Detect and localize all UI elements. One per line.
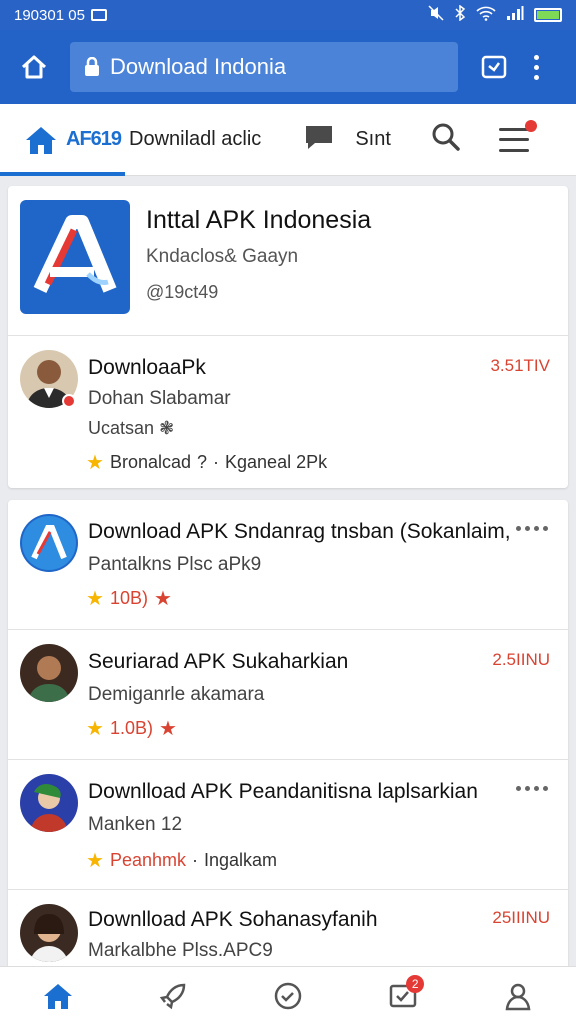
app-title: Inttal APK Indonesia: [146, 206, 372, 234]
online-indicator: [62, 394, 76, 408]
more-options-button[interactable]: [516, 526, 548, 531]
review-line: Dohan Slabamar: [88, 388, 231, 409]
search-button[interactable]: [431, 122, 461, 157]
chat-icon: [306, 126, 333, 149]
item-subtitle: Demiganrle akamara: [88, 684, 265, 705]
app-subtitle: Kndaclos& Gaayn: [146, 246, 299, 267]
tab-home[interactable]: AF619: [0, 104, 126, 176]
item-title: Downlload APK Sohanasyfanih: [88, 908, 378, 931]
bottom-navigation: 2: [0, 966, 576, 1024]
app-detail-card: Inttal APK Indonesia Kndaclos& Gaayn @19…: [8, 186, 568, 488]
avatar: [20, 904, 78, 962]
chat-button[interactable]: [303, 122, 335, 157]
item-date: 25IIINU: [492, 908, 550, 927]
status-time: 190301 05: [14, 6, 85, 24]
separator-dot: ·: [213, 452, 220, 472]
item-subtitle: Markalbhe Plss.APC9: [88, 940, 273, 961]
clock-icon: [274, 982, 302, 1009]
meta-extra: Kganeal 2Pk: [225, 452, 328, 472]
wifi-icon: [476, 5, 496, 25]
status-right: [428, 4, 562, 25]
more-options-button[interactable]: [516, 786, 548, 791]
list-item[interactable]: Download APK Sndanrag tnsban (Sokanlaim,…: [8, 500, 568, 630]
mute-icon: [428, 5, 444, 25]
bluetooth-icon: [454, 4, 466, 25]
address-bar[interactable]: Download Indonia: [70, 42, 458, 92]
list-item[interactable]: Downlload APK Peandanitisna laplsarkian …: [8, 760, 568, 890]
item-rating: ★ 1.0B) ★: [86, 716, 177, 741]
battery-icon: [534, 8, 562, 22]
download-list-card: Download APK Sndanrag tnsban (Sokanlaim,…: [8, 500, 568, 970]
separator-dot: ·: [191, 850, 198, 870]
star-icon: ★: [86, 718, 104, 740]
notification-icon: [90, 9, 107, 21]
app-logo-icon: [20, 200, 130, 314]
item-title: Download APK Sndanrag tnsban (Sokanlaim,: [88, 520, 511, 543]
item-extra: Ingalkam: [203, 850, 278, 870]
star-icon: ★: [86, 850, 104, 872]
home-icon: [43, 983, 72, 1009]
item-subtitle: Pantalkns Plsc aPk9: [88, 554, 262, 575]
avatar: [20, 774, 78, 832]
tab-brand-label: AF619: [66, 128, 122, 150]
meta-label: Bronalcad: [109, 452, 191, 472]
list-item[interactable]: Seuriarad APK Sukaharkian 2.5IINU Demiga…: [8, 630, 568, 760]
item-rating: ★ Peanhmk · Ingalkam: [86, 848, 277, 873]
url-text: Download Indonia: [110, 54, 287, 79]
notification-badge: 2: [406, 974, 425, 993]
app-tab-bar: AF619 Downiladl aclic Sınt: [0, 104, 576, 176]
star-icon: ★: [86, 452, 104, 474]
item-title: Seuriarad APK Sukaharkian: [88, 650, 349, 673]
question-icon: ?: [197, 452, 208, 472]
nav-inbox[interactable]: 2: [378, 971, 428, 1021]
home-icon: [21, 55, 47, 79]
user-icon: [505, 983, 531, 1010]
rocket-icon: [159, 983, 186, 1009]
review-author: DownloaaPk: [88, 356, 206, 379]
nav-launch[interactable]: [148, 971, 198, 1021]
review-meta: ★ Bronalcad ? · Kganeal 2Pk: [86, 450, 327, 475]
nav-history[interactable]: [263, 971, 313, 1021]
app-avatar: [20, 514, 78, 572]
star-outline-icon: ★: [158, 718, 177, 740]
rating-value: Peanhmk: [109, 850, 186, 870]
browser-toolbar: Download Indonia: [0, 30, 576, 104]
tab-download[interactable]: Downiladl aclic: [129, 128, 261, 151]
item-rating: ★ 10B) ★: [86, 586, 172, 611]
star-icon: ★: [86, 588, 104, 610]
rating-value: 1.0B): [109, 718, 153, 738]
tab-switcher-icon: [481, 55, 507, 79]
app-handle: @19ct49: [146, 282, 219, 302]
signal-icon: [506, 5, 524, 25]
notification-dot: [524, 119, 537, 132]
pin-icon: ❃: [159, 418, 175, 438]
app-header[interactable]: Inttal APK Indonesia Kndaclos& Gaayn @19…: [8, 186, 568, 336]
tabs-button[interactable]: [476, 49, 512, 85]
lock-icon: [85, 57, 99, 76]
item-subtitle: Manken 12: [88, 814, 183, 835]
home-icon: [26, 126, 56, 154]
featured-review[interactable]: DownloaaPk 3.51TIV Dohan Slabamar Ucatsa…: [8, 336, 568, 486]
item-title: Downlload APK Peandanitisna laplsarkian: [88, 780, 478, 803]
search-icon: [432, 123, 460, 151]
browser-menu-button[interactable]: [526, 49, 546, 85]
tab-short[interactable]: Sınt: [355, 128, 391, 151]
review-tag-label: Ucatsan: [88, 418, 155, 438]
hamburger-menu-button[interactable]: [498, 119, 537, 152]
avatar: [20, 644, 78, 702]
status-bar: 190301 05: [0, 0, 576, 30]
item-date: 2.5IINU: [492, 650, 550, 669]
nav-profile[interactable]: [493, 971, 543, 1021]
review-tag: Ucatsan ❃: [88, 418, 174, 439]
status-left: 190301 05: [14, 7, 107, 24]
star-outline-icon: ★: [153, 588, 172, 610]
browser-home-button[interactable]: [14, 47, 54, 87]
rating-value: 10B): [109, 588, 148, 608]
review-date: 3.51TIV: [490, 356, 550, 375]
nav-home[interactable]: [33, 971, 83, 1021]
